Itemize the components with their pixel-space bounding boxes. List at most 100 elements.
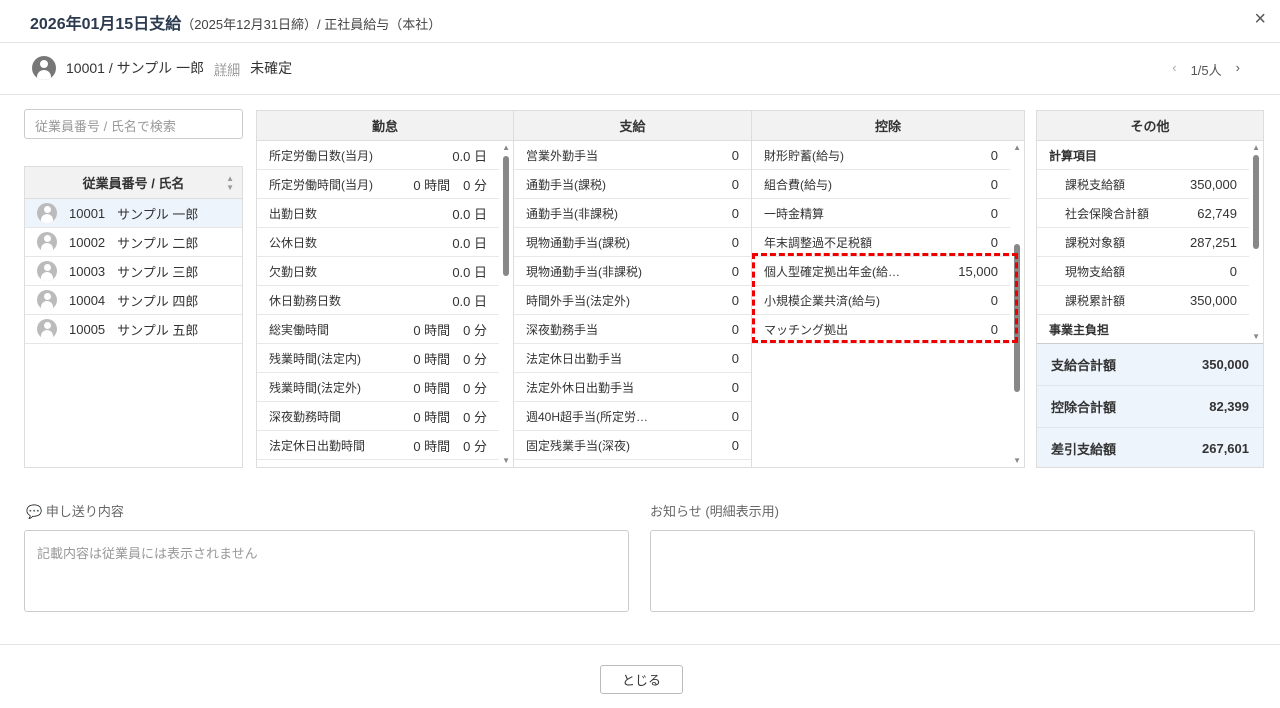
employee-list-item[interactable]: 10003 サンプル 三郎 [25, 257, 242, 286]
row-value: 0 時間 0 分 [413, 380, 487, 396]
row-value: 0 [990, 147, 998, 163]
scrollbar[interactable] [1014, 244, 1020, 392]
next-icon[interactable]: › [1236, 60, 1240, 79]
notice-label: お知らせ (明細表示用) [650, 504, 780, 519]
row-label: 固定残業手当(深夜) [526, 438, 630, 453]
scroll-up-icon[interactable]: ▲ [1013, 143, 1021, 152]
sort-icon[interactable]: ▲ ▼ [226, 174, 234, 192]
scroll-up-icon[interactable]: ▲ [1252, 143, 1260, 152]
table-row[interactable]: 所定労働日数(当月) 0.0 日 [257, 141, 499, 170]
table-row[interactable]: 休日勤務日数 0.0 日 [257, 286, 499, 315]
table-row[interactable]: 年末調整過不足税額 0 [752, 228, 1010, 257]
section-employer: 事業主負担 [1037, 315, 1249, 343]
table-row[interactable]: 現物通勤手当(非課税) 0 [514, 257, 751, 286]
total-value: 267,601 [1202, 441, 1249, 456]
table-row[interactable]: 課税対象額 287,251 [1037, 228, 1249, 257]
table-row[interactable]: 小規模企業共済(給与) 0 [752, 286, 1010, 315]
table-row[interactable]: 遅刻時間 0 時間 0 分 [257, 460, 499, 468]
scroll-down-icon[interactable]: ▼ [502, 456, 510, 465]
total-row: 差引支給額 267,601 [1037, 428, 1263, 467]
table-row[interactable]: 営業外勤手当 0 [514, 141, 751, 170]
row-label: 個人型確定拠出年金(給… [764, 264, 900, 279]
employee-list-item[interactable]: 10002 サンプル 二郎 [25, 228, 242, 257]
table-row[interactable]: 現物通勤手当(課税) 0 [514, 228, 751, 257]
table-row[interactable]: マッチング拠出 0 [752, 315, 1010, 344]
row-value: 0.0 日 [452, 206, 487, 222]
row-label: 法定休日出勤時間 [269, 438, 366, 453]
row-value: 0 [731, 379, 739, 395]
other-header: その他 [1037, 111, 1263, 141]
table-row[interactable]: 組合費(給与) 0 [752, 170, 1010, 199]
divider [0, 644, 1280, 645]
row-value: 0 [731, 321, 739, 337]
table-row[interactable]: 課税支給額 350,000 [1037, 170, 1249, 199]
row-value: 0.0 日 [452, 235, 487, 251]
close-button[interactable]: とじる [600, 665, 683, 694]
row-value: 0 [731, 350, 739, 366]
table-row[interactable]: 社会保険合計額 62,749 [1037, 199, 1249, 228]
table-row[interactable]: 深夜勤務手当 0 [514, 315, 751, 344]
table-row[interactable]: 出勤日数 0.0 日 [257, 199, 499, 228]
row-label: 現物支給額 [1065, 264, 1126, 279]
table-row[interactable]: 法定休日出勤手当 0 [514, 344, 751, 373]
table-row[interactable]: 現物支給額 0 [1037, 257, 1249, 286]
row-value: 287,251 [1190, 234, 1237, 250]
row-label: 公休日数 [269, 235, 318, 250]
row-label: 営業外勤手当 [526, 148, 599, 163]
row-label: 通勤手当(非課税) [526, 206, 618, 221]
scroll-down-icon[interactable]: ▼ [1013, 456, 1021, 465]
table-row[interactable]: 法定休日出勤時間 0 時間 0 分 [257, 431, 499, 460]
employee-id: 10005 [69, 321, 106, 337]
row-label: 出勤日数 [269, 206, 318, 221]
employee-name: サンプル 三郎 [117, 264, 199, 280]
scroll-up-icon[interactable]: ▲ [502, 143, 510, 152]
employee-name: サンプル 四郎 [117, 293, 199, 309]
table-row[interactable]: 法定外休日出勤手当 0 [514, 373, 751, 402]
table-row[interactable]: 深夜勤務時間 0 時間 0 分 [257, 402, 499, 431]
notice-textarea[interactable] [650, 530, 1255, 612]
detail-link[interactable]: 詳細 [214, 59, 240, 78]
employee-list-header[interactable]: 従業員番号 / 氏名 ▲ ▼ [25, 167, 242, 199]
table-row[interactable]: 一時金精算 0 [752, 199, 1010, 228]
table-row[interactable]: 通勤手当(非課税) 0 [514, 199, 751, 228]
table-row[interactable]: 残業時間(法定内) 0 時間 0 分 [257, 344, 499, 373]
avatar-icon [37, 319, 57, 339]
close-icon[interactable]: × [1254, 8, 1266, 31]
total-row: 支給合計額 350,000 [1037, 344, 1263, 386]
row-value: 0 時間 0 分 [413, 465, 487, 468]
table-row[interactable]: 総実働時間 0 時間 0 分 [257, 315, 499, 344]
row-value: 0 時間 0 分 [413, 351, 487, 367]
row-label: 法定外休日出勤手当 [526, 380, 635, 395]
row-label: 深夜勤務時間 [269, 409, 342, 424]
row-value: 350,000 [1190, 292, 1237, 308]
search-input[interactable]: 従業員番号 / 氏名で検索 [24, 109, 243, 139]
table-row[interactable]: 残業時間(法定外) 0 時間 0 分 [257, 373, 499, 402]
employee-list-item[interactable]: 10005 サンプル 五郎 [25, 315, 242, 344]
employee-list-item[interactable]: 10004 サンプル 四郎 [25, 286, 242, 315]
table-row[interactable]: 所定労働時間(当月) 0 時間 0 分 [257, 170, 499, 199]
scrollbar[interactable] [503, 156, 509, 276]
prev-icon[interactable]: ‹ [1172, 60, 1176, 79]
table-row[interactable]: 固定残業手当(深夜) 0 [514, 431, 751, 460]
avatar-icon [37, 203, 57, 223]
row-value: 0 時間 0 分 [413, 322, 487, 338]
row-label: 一時金精算 [764, 206, 825, 221]
status-badge: 未確定 [250, 60, 293, 76]
table-row[interactable]: 欠勤日数 0.0 日 [257, 257, 499, 286]
table-row[interactable]: 課税累計額 350,000 [1037, 286, 1249, 315]
table-row[interactable]: 公休日数 0.0 日 [257, 228, 499, 257]
table-row[interactable]: 財形貯蓄(給与) 0 [752, 141, 1010, 170]
table-row[interactable]: 週40H超手当(所定労… 0 [514, 402, 751, 431]
scrollbar[interactable] [1253, 155, 1259, 249]
scroll-down-icon[interactable]: ▼ [1252, 332, 1260, 341]
table-row[interactable]: 個人型確定拠出年金(給… 15,000 [752, 257, 1010, 286]
row-value: 0 [990, 176, 998, 192]
row-value: 0 [731, 147, 739, 163]
table-row[interactable]: 通勤手当(課税) 0 [514, 170, 751, 199]
memo-textarea[interactable]: 記載内容は従業員には表示されません [24, 530, 629, 612]
attendance-column: 勤怠 所定労働日数(当月) 0.0 日所定労働時間(当月) 0 時間 0 分出勤日数… [256, 110, 514, 468]
table-row[interactable]: 時間外手当(法定外) 0 [514, 286, 751, 315]
employee-list-item[interactable]: 10001 サンプル 一郎 [25, 199, 242, 228]
row-label: 深夜勤務手当 [526, 322, 599, 337]
dialog-title: 2026年01月15日支給（2025年12月31日締）/ 正社員給与（本社） [30, 16, 442, 33]
